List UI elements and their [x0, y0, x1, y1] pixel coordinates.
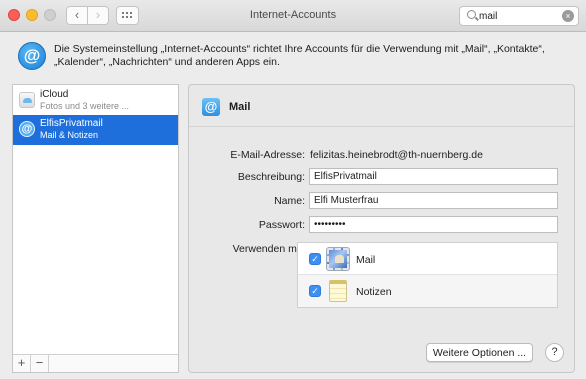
search-field[interactable]: × [459, 6, 579, 26]
mail-stamp-icon [326, 247, 350, 271]
name-label: Name: [274, 195, 305, 207]
description-field[interactable] [309, 168, 558, 185]
apps-list: ✓ Mail ✓ Notizen [297, 242, 558, 308]
account-item-elfisprivatmail[interactable]: @ ElfisPrivatmail Mail & Notizen [13, 115, 178, 145]
help-button[interactable]: ? [545, 343, 564, 362]
remove-account-button[interactable]: − [31, 355, 49, 372]
app-row-notes[interactable]: ✓ Notizen [298, 275, 557, 307]
app-label: Notizen [356, 286, 392, 298]
more-options-button[interactable]: Weitere Optionen ... [426, 343, 533, 362]
accounts-list: iCloud Fotos und 3 weitere ... @ ElfisPr… [12, 84, 179, 373]
search-icon [467, 10, 476, 19]
email-value: felizitas.heinebrodt@th-nuernberg.de [310, 149, 483, 161]
panel-title: Mail [229, 101, 251, 113]
internet-accounts-icon: @ [18, 42, 46, 70]
add-account-button[interactable]: + [13, 355, 31, 372]
search-input[interactable] [479, 9, 559, 23]
name-field[interactable] [309, 192, 558, 209]
notes-checkbox[interactable]: ✓ [309, 285, 321, 297]
app-label: Mail [356, 254, 376, 266]
app-row-mail[interactable]: ✓ Mail [298, 243, 557, 275]
clear-search-icon[interactable]: × [562, 10, 574, 22]
account-name: iCloud [40, 89, 69, 100]
notes-icon [329, 280, 347, 302]
divider [189, 126, 574, 127]
use-with-label: Verwenden mit: [232, 243, 305, 255]
sidebar-toolbar: + − [13, 354, 178, 372]
at-icon: @ [19, 121, 35, 137]
account-subtitle: Fotos und 3 weitere ... [40, 101, 130, 111]
header-description: Die Systemeinstellung „Internet-Accounts… [54, 43, 545, 68]
description-label: Beschreibung: [237, 171, 305, 183]
password-label: Passwort: [258, 219, 305, 231]
mail-checkbox[interactable]: ✓ [309, 253, 321, 265]
account-subtitle: Mail & Notizen [40, 130, 99, 140]
email-label: E-Mail-Adresse: [230, 149, 305, 161]
account-item-icloud[interactable]: iCloud Fotos und 3 weitere ... [13, 86, 178, 116]
password-field[interactable] [309, 216, 558, 233]
account-name: ElfisPrivatmail [40, 118, 103, 129]
account-detail-panel: @ Mail E-Mail-Adresse: felizitas.heinebr… [188, 84, 575, 373]
title-bar: ‹ › Internet-Accounts × [0, 0, 586, 32]
cloud-icon [19, 92, 35, 108]
mail-at-icon: @ [202, 98, 220, 116]
